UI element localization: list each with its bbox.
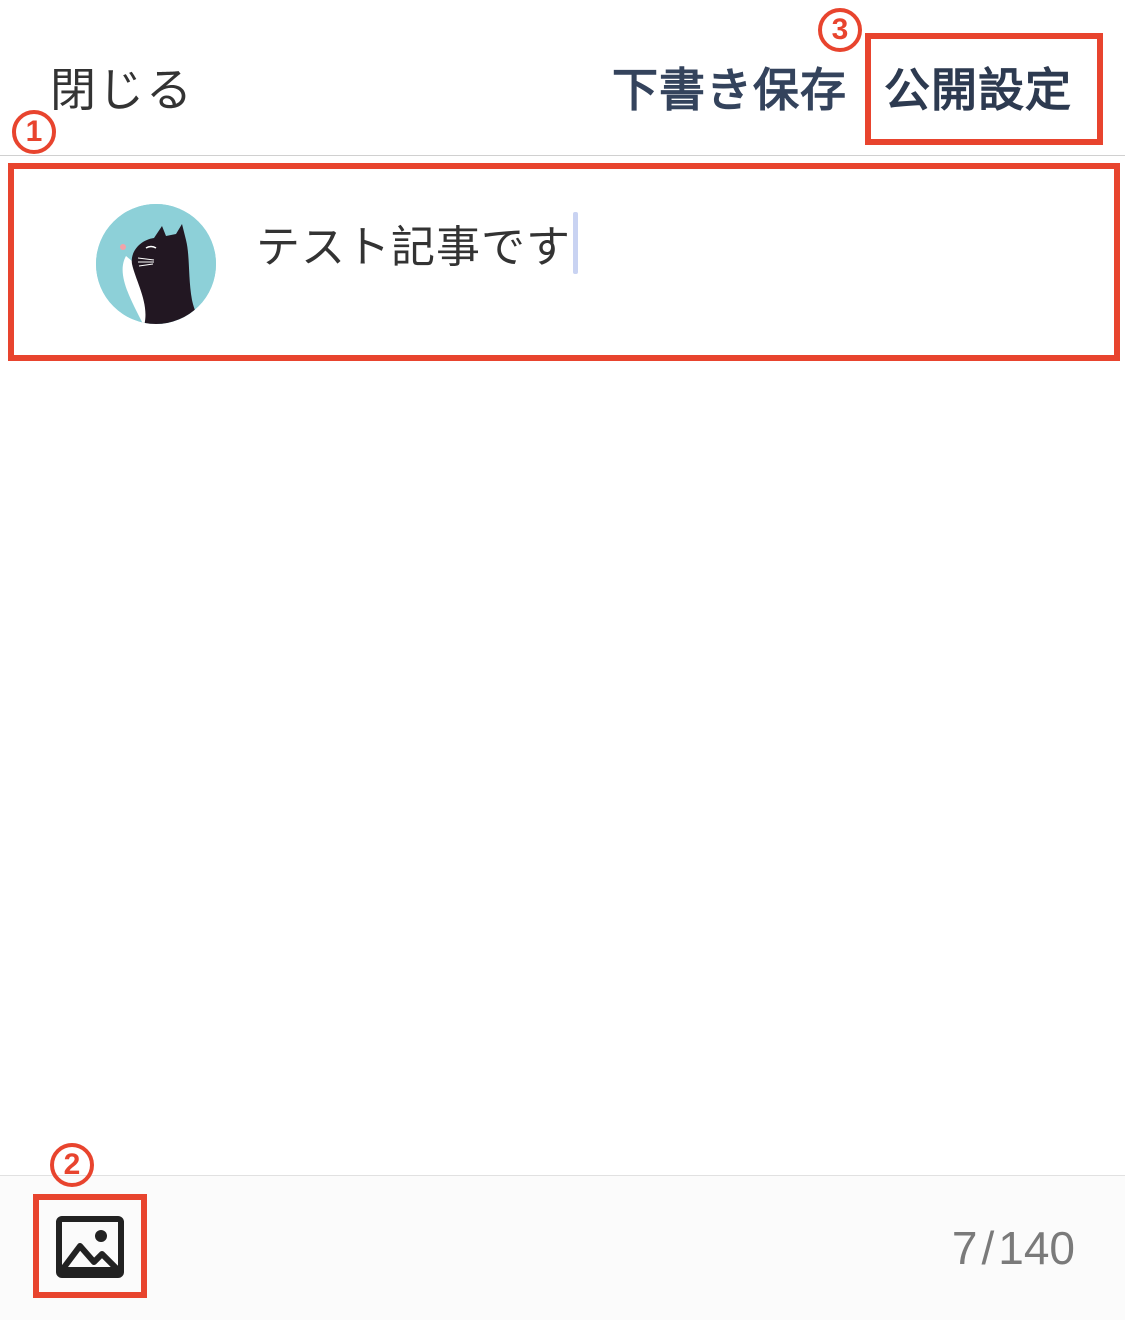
editor-header: 閉じる 下書き保存 公開設定 [0, 0, 1125, 156]
character-counter: 7/140 [952, 1220, 1075, 1276]
annotation-number-1: 1 [12, 110, 56, 154]
char-count: 7 [951, 1222, 978, 1274]
annotation-number-3: 3 [818, 8, 862, 52]
save-draft-button[interactable]: 下書き保存 [612, 58, 847, 122]
bottom-toolbar: 7/140 [0, 1176, 1125, 1320]
image-icon[interactable] [56, 1216, 124, 1278]
compose-area[interactable]: テスト記事です [0, 156, 1125, 366]
annotation-number-2: 2 [50, 1143, 94, 1187]
black-cat-avatar-icon [96, 204, 216, 324]
text-caret [573, 212, 578, 274]
post-text-input[interactable]: テスト記事です [256, 212, 578, 278]
char-limit: 140 [998, 1222, 1075, 1274]
close-button[interactable]: 閉じる [50, 58, 194, 122]
post-text-content: テスト記事です [256, 222, 571, 273]
char-count-separator: / [981, 1222, 995, 1274]
publish-settings-button[interactable]: 公開設定 [884, 58, 1072, 122]
